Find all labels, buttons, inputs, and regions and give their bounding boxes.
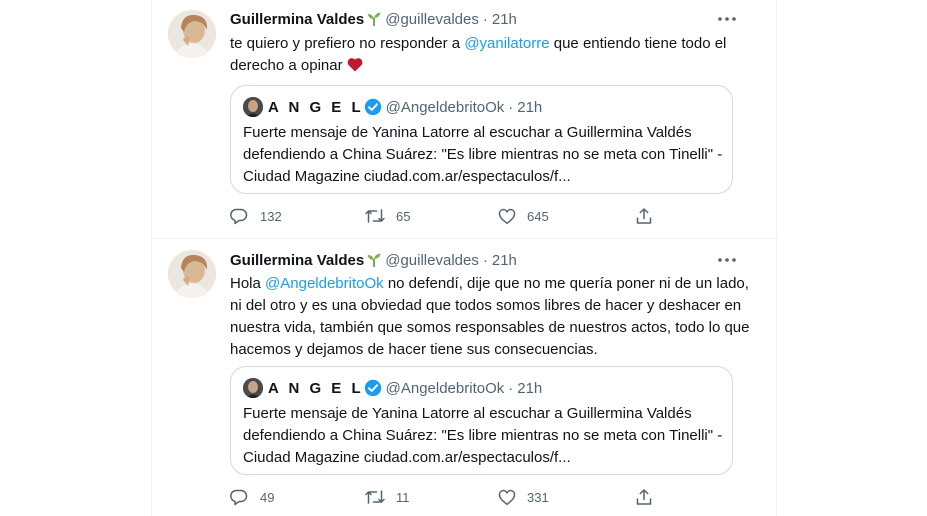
share-button[interactable] — [635, 487, 653, 507]
share-button[interactable] — [635, 206, 653, 226]
quoted-timestamp: 21h — [517, 98, 543, 116]
quoted-tweet-header: A N G E L @AngeldebritoOk · 21h — [243, 97, 542, 117]
quoted-author-name: A N G E L — [268, 98, 364, 116]
tweet-text-part: te quiero y prefiero no responder a — [230, 35, 465, 52]
more-options-icon[interactable] — [716, 9, 738, 29]
like-count: 331 — [527, 489, 549, 505]
avatar[interactable] — [168, 250, 216, 298]
reply-count: 132 — [260, 208, 282, 224]
quoted-author-handle: @AngeldebritoOk — [385, 379, 505, 397]
like-count: 645 — [527, 208, 549, 224]
more-options-icon[interactable] — [716, 250, 738, 270]
reply-icon — [230, 489, 248, 506]
like-heart-icon — [498, 489, 516, 505]
tweet-actions: 132 65 645 — [230, 206, 660, 226]
retweet-icon — [365, 490, 385, 504]
seedling-emoji-icon — [366, 252, 382, 268]
like-heart-icon — [498, 208, 516, 224]
like-button[interactable]: 331 — [498, 487, 549, 507]
quoted-tweet-text: Fuerte mensaje de Yanina Latorre al escu… — [243, 124, 723, 185]
author-handle[interactable]: @guillevaldes — [385, 11, 479, 28]
retweet-count: 65 — [396, 208, 411, 224]
separator-dot: · — [508, 379, 514, 397]
mention-link[interactable]: @yanilatorre — [464, 35, 549, 52]
reply-icon — [230, 208, 248, 225]
separator-dot: · — [508, 98, 514, 116]
timeline-feed: Guillermina Valdes @guillevaldes · 21h t… — [151, 0, 778, 516]
timestamp[interactable]: 21h — [492, 252, 517, 269]
tweet-text: Hola @AngeldebritoOk no defendí, dije qu… — [230, 273, 750, 361]
tweet-header: Guillermina Valdes @guillevaldes · 21h — [230, 9, 517, 29]
reply-button[interactable]: 132 — [230, 206, 282, 226]
quoted-tweet[interactable]: A N G E L @AngeldebritoOk · 21h Fuerte m… — [230, 366, 733, 475]
red-heart-emoji-icon — [347, 57, 363, 79]
quoted-tweet-header: A N G E L @AngeldebritoOk · 21h — [243, 378, 542, 398]
retweet-icon — [365, 209, 385, 223]
share-icon — [636, 489, 652, 505]
avatar[interactable] — [168, 10, 216, 58]
tweet-text: te quiero y prefiero no responder a @yan… — [230, 33, 750, 79]
separator-dot: · — [482, 10, 488, 28]
share-icon — [636, 208, 652, 224]
quoted-timestamp: 21h — [517, 379, 543, 397]
quoted-author-name: A N G E L — [268, 379, 364, 397]
reply-count: 49 — [260, 489, 275, 505]
separator-dot: · — [482, 251, 488, 269]
author-name[interactable]: Guillermina Valdes — [230, 11, 364, 28]
tweet-actions: 49 11 331 — [230, 487, 660, 507]
verified-badge-icon — [364, 98, 382, 116]
reply-button[interactable]: 49 — [230, 487, 274, 507]
quoted-tweet-text: Fuerte mensaje de Yanina Latorre al escu… — [243, 405, 723, 466]
retweet-count: 11 — [396, 489, 410, 505]
quoted-avatar — [243, 378, 263, 398]
tweet-header: Guillermina Valdes @guillevaldes · 21h — [230, 250, 517, 270]
seedling-emoji-icon — [366, 11, 382, 27]
quoted-author-handle: @AngeldebritoOk — [385, 98, 505, 116]
quoted-tweet[interactable]: A N G E L @AngeldebritoOk · 21h Fuerte m… — [230, 85, 733, 194]
retweet-button[interactable]: 65 — [364, 206, 410, 226]
tweet-text-part: Hola — [230, 275, 266, 292]
quoted-avatar — [243, 97, 263, 117]
verified-badge-icon — [364, 379, 382, 397]
author-handle[interactable]: @guillevaldes — [385, 252, 479, 269]
tweet[interactable]: Guillermina Valdes @guillevaldes · 21h t… — [152, 0, 778, 238]
author-name[interactable]: Guillermina Valdes — [230, 252, 364, 269]
like-button[interactable]: 645 — [498, 206, 549, 226]
timestamp[interactable]: 21h — [492, 11, 517, 28]
tweet[interactable]: Guillermina Valdes @guillevaldes · 21h H… — [152, 239, 778, 516]
retweet-button[interactable]: 11 — [364, 487, 410, 507]
mention-link[interactable]: @AngeldebritoOk — [265, 275, 384, 292]
